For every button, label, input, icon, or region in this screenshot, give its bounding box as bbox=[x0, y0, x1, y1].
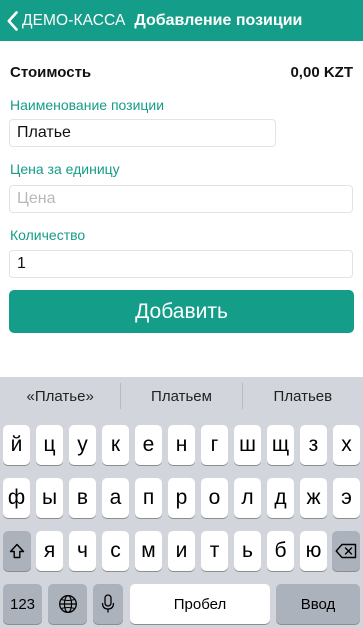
cost-label: Стоимость bbox=[10, 63, 92, 81]
delete-key[interactable] bbox=[332, 531, 360, 571]
backspace-icon bbox=[335, 543, 357, 559]
key[interactable]: ю bbox=[300, 531, 327, 571]
key[interactable]: п bbox=[135, 478, 162, 518]
suggestion-bar: «Платье» Платьем Платьев bbox=[0, 377, 363, 415]
suggestion-item[interactable]: «Платье» bbox=[0, 377, 120, 415]
item-name-input[interactable] bbox=[9, 119, 276, 147]
key[interactable]: з bbox=[300, 425, 327, 465]
key[interactable]: о bbox=[201, 478, 228, 518]
key[interactable]: й bbox=[3, 425, 30, 465]
key[interactable]: б bbox=[267, 531, 294, 571]
key[interactable]: к bbox=[102, 425, 129, 465]
key[interactable]: ц bbox=[36, 425, 63, 465]
key[interactable]: я bbox=[36, 531, 63, 571]
space-key[interactable]: Пробел bbox=[130, 584, 270, 624]
unit-price-input[interactable] bbox=[9, 185, 353, 213]
key[interactable]: э bbox=[333, 478, 360, 518]
key[interactable]: ы bbox=[36, 478, 63, 518]
globe-key[interactable] bbox=[48, 584, 87, 624]
key[interactable]: х bbox=[333, 425, 360, 465]
key[interactable]: д bbox=[267, 478, 294, 518]
quantity-input[interactable] bbox=[9, 250, 353, 278]
item-name-label: Наименование позиции bbox=[10, 97, 165, 113]
key[interactable]: и bbox=[168, 531, 195, 571]
key[interactable]: ф bbox=[3, 478, 30, 518]
key[interactable]: щ bbox=[267, 425, 294, 465]
dictation-key[interactable] bbox=[93, 584, 123, 624]
key[interactable]: г bbox=[201, 425, 228, 465]
key[interactable]: ж bbox=[300, 478, 327, 518]
key[interactable]: м bbox=[135, 531, 162, 571]
globe-icon bbox=[58, 595, 77, 613]
key[interactable]: р bbox=[168, 478, 195, 518]
page-title: Добавление позиции bbox=[134, 11, 303, 29]
key[interactable]: л bbox=[234, 478, 261, 518]
shift-icon bbox=[9, 543, 25, 559]
key[interactable]: в bbox=[69, 478, 96, 518]
key[interactable]: а bbox=[102, 478, 129, 518]
numbers-key[interactable]: 123 bbox=[3, 584, 42, 624]
key[interactable]: ь bbox=[234, 531, 261, 571]
key[interactable]: ч bbox=[69, 531, 96, 571]
quantity-label: Количество bbox=[10, 227, 86, 243]
back-button[interactable]: ДЕМО-КАССА bbox=[0, 0, 125, 41]
key[interactable]: у bbox=[69, 425, 96, 465]
key[interactable]: е bbox=[135, 425, 162, 465]
key[interactable]: н bbox=[168, 425, 195, 465]
navigation-bar: ДЕМО-КАССА Добавление позиции bbox=[0, 0, 363, 41]
key[interactable]: т bbox=[201, 531, 228, 571]
microphone-icon bbox=[101, 594, 115, 613]
chevron-left-icon bbox=[7, 10, 18, 31]
suggestion-item[interactable]: Платьев bbox=[243, 377, 363, 415]
shift-key[interactable] bbox=[3, 531, 31, 571]
key[interactable]: с bbox=[102, 531, 129, 571]
return-key[interactable]: Ввод bbox=[276, 584, 360, 624]
cost-value: 0,00 KZT bbox=[290, 63, 353, 81]
add-item-button[interactable]: Добавить bbox=[9, 290, 354, 333]
keyboard: «Платье» Платьем Платьев й ц у к е н г ш… bbox=[0, 377, 363, 628]
unit-price-label: Цена за единицу bbox=[10, 161, 120, 177]
cost-row: Стоимость 0,00 KZT bbox=[10, 62, 353, 82]
back-button-label: ДЕМО-КАССА bbox=[22, 11, 126, 29]
key[interactable]: ш bbox=[234, 425, 261, 465]
suggestion-item[interactable]: Платьем bbox=[121, 377, 241, 415]
